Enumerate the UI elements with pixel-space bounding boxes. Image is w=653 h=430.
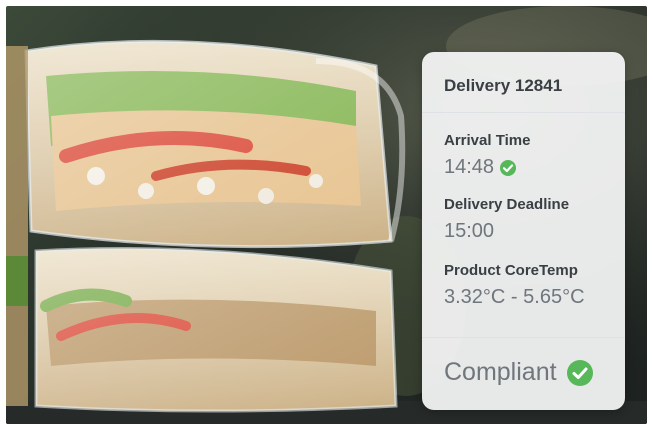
check-circle-icon	[566, 359, 593, 386]
check-circle-icon	[500, 159, 517, 176]
delivery-deadline-label: Delivery Deadline	[444, 196, 570, 213]
screenshot-frame: Delivery 12841 Arrival Time 14:48 Delive…	[0, 0, 653, 430]
title-divider	[422, 112, 625, 113]
delivery-deadline-value: 15:00	[444, 220, 495, 242]
product-core-temp-label: Product CoreTemp	[444, 262, 578, 279]
product-core-temp-value: 3.32°C - 5.65°C	[444, 286, 585, 308]
arrival-time-value: 14:48	[444, 156, 495, 178]
compliance-status-label: Compliant	[444, 358, 557, 386]
compliance-status: Compliant	[444, 358, 593, 387]
arrival-time-value-row: 14:48	[444, 156, 517, 179]
status-divider	[422, 337, 625, 338]
delivery-info-card: Delivery 12841 Arrival Time 14:48 Delive…	[422, 52, 625, 410]
arrival-time-label: Arrival Time	[444, 132, 531, 149]
delivery-title: Delivery 12841	[444, 76, 563, 95]
